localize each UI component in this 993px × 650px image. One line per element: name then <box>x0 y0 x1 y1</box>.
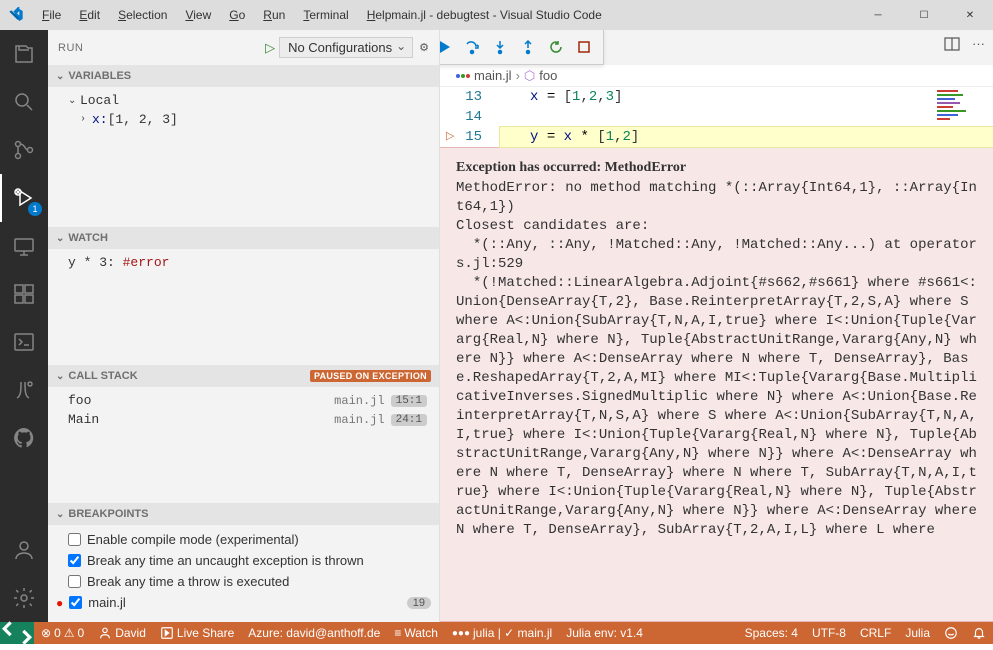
run-panel-title: RUN <box>58 42 265 54</box>
menu-terminal[interactable]: Terminal <box>295 4 356 26</box>
callstack-frame[interactable]: foomain.jl15:1 <box>48 391 439 410</box>
status-bar: ⊗0⚠0 David Live Share Azure: david@antho… <box>0 622 993 644</box>
continue-button[interactable] <box>440 34 457 60</box>
debug-toolbar[interactable]: ⋮⋮⋮ <box>440 30 604 65</box>
status-spaces[interactable]: Spaces: 4 <box>738 622 805 644</box>
bp-checkbox[interactable] <box>69 596 82 609</box>
debug-config-dropdown[interactable]: No Configurations <box>279 37 413 58</box>
status-eol[interactable]: CRLF <box>853 622 898 644</box>
debug-sidebar: RUN ▷ No Configurations ⚙ ⌄VARIABLES ⌄Lo… <box>48 30 440 622</box>
breakpoint-option[interactable]: Enable compile mode (experimental) <box>48 529 439 550</box>
bp-checkbox[interactable] <box>68 554 81 567</box>
status-problems[interactable]: ⊗0⚠0 <box>34 622 91 644</box>
code-editor[interactable]: 13 14 15 ▷ x = [1,2,3] y = x * [1,2] <box>440 87 993 147</box>
callstack-frame[interactable]: Mainmain.jl24:1 <box>48 410 439 429</box>
exception-body: MethodError: no method matching *(::Arra… <box>456 179 977 540</box>
activity-terminal-panel[interactable] <box>0 318 48 366</box>
close-button[interactable]: ✕ <box>947 0 993 30</box>
vscode-logo-icon <box>8 7 24 23</box>
status-julia-env[interactable]: Julia env: v1.4 <box>559 622 650 644</box>
status-user[interactable]: David <box>91 622 153 644</box>
config-gear-icon[interactable]: ⚙ <box>419 41 429 54</box>
activity-settings[interactable] <box>0 574 48 622</box>
status-language[interactable]: Julia <box>898 622 937 644</box>
menu-go[interactable]: Go <box>221 4 253 26</box>
step-into-button[interactable] <box>487 34 513 60</box>
breakpoint-option[interactable]: Break any time a throw is executed <box>48 571 439 592</box>
exception-title: Exception has occurred: MethodError <box>456 158 977 177</box>
activity-account[interactable] <box>0 526 48 574</box>
debug-badge: 1 <box>28 202 42 216</box>
start-debug-button[interactable]: ▷ <box>265 40 275 56</box>
code-line[interactable]: x = [1,2,3] <box>500 87 993 107</box>
exception-panel: Exception has occurred: MethodError Meth… <box>440 147 993 622</box>
titlebar: File Edit Selection View Go Run Terminal… <box>0 0 993 30</box>
callstack-header[interactable]: ⌄CALL STACKPAUSED ON EXCEPTION <box>48 365 439 387</box>
status-feedback-icon[interactable] <box>937 622 965 644</box>
variables-header[interactable]: ⌄VARIABLES <box>48 65 439 87</box>
split-editor-icon[interactable] <box>944 36 960 55</box>
variable-item[interactable]: ›x: [1, 2, 3] <box>48 110 439 129</box>
activity-remote[interactable] <box>0 222 48 270</box>
variables-scope[interactable]: ⌄Local <box>48 91 439 110</box>
menu-edit[interactable]: Edit <box>71 4 108 26</box>
activity-github[interactable] <box>0 414 48 462</box>
minimap[interactable] <box>933 86 993 146</box>
current-line-marker-icon: ▷ <box>446 127 454 147</box>
activity-julia[interactable] <box>0 366 48 414</box>
status-liveshare[interactable]: Live Share <box>153 622 241 644</box>
status-bell-icon[interactable] <box>965 622 993 644</box>
step-over-button[interactable] <box>459 34 485 60</box>
status-azure[interactable]: Azure: david@anthoff.de <box>241 622 387 644</box>
activity-explorer[interactable] <box>0 30 48 78</box>
activity-debug[interactable]: 1 <box>0 174 48 222</box>
breakpoint-dot-icon: ● <box>56 596 63 610</box>
watch-item[interactable]: y * 3: #error <box>48 253 439 272</box>
julia-icon <box>456 74 470 78</box>
status-watch[interactable]: ≡Watch <box>387 622 445 644</box>
code-line[interactable] <box>500 107 993 127</box>
menu-run[interactable]: Run <box>255 4 293 26</box>
maximize-button[interactable]: ☐ <box>901 0 947 30</box>
activity-source-control[interactable] <box>0 126 48 174</box>
status-encoding[interactable]: UTF-8 <box>805 622 853 644</box>
activity-extensions[interactable] <box>0 270 48 318</box>
code-line-current[interactable]: y = x * [1,2] <box>500 127 993 147</box>
breadcrumb[interactable]: main.jl › ⬡ foo <box>440 65 993 87</box>
bp-checkbox[interactable] <box>68 575 81 588</box>
status-julia-file[interactable]: ●●●julia | ✓ main.jl <box>445 622 559 644</box>
bp-checkbox[interactable] <box>68 533 81 546</box>
more-actions-icon[interactable]: ··· <box>972 36 985 55</box>
step-out-button[interactable] <box>515 34 541 60</box>
editor-area: ⋮⋮⋮ ··· main.jl › ⬡ foo 13 14 15 ▷ <box>440 30 993 622</box>
symbol-icon: ⬡ <box>524 68 535 84</box>
window-title: main.jl - debugtest - Visual Studio Code <box>391 8 602 22</box>
breakpoints-header[interactable]: ⌄BREAKPOINTS <box>48 503 439 525</box>
line-gutter: 13 14 15 ▷ <box>440 87 500 147</box>
activity-search[interactable] <box>0 78 48 126</box>
menu-file[interactable]: File <box>34 4 69 26</box>
remote-indicator[interactable] <box>0 622 34 644</box>
breakpoint-file[interactable]: ●main.jl19 <box>48 592 439 613</box>
watch-header[interactable]: ⌄WATCH <box>48 227 439 249</box>
restart-button[interactable] <box>543 34 569 60</box>
menu-view[interactable]: View <box>177 4 219 26</box>
activity-bar: 1 <box>0 30 48 622</box>
breakpoint-option[interactable]: Break any time an uncaught exception is … <box>48 550 439 571</box>
stop-button[interactable] <box>571 34 597 60</box>
minimize-button[interactable]: ─ <box>855 0 901 30</box>
menu-selection[interactable]: Selection <box>110 4 175 26</box>
paused-badge: PAUSED ON EXCEPTION <box>310 370 431 382</box>
